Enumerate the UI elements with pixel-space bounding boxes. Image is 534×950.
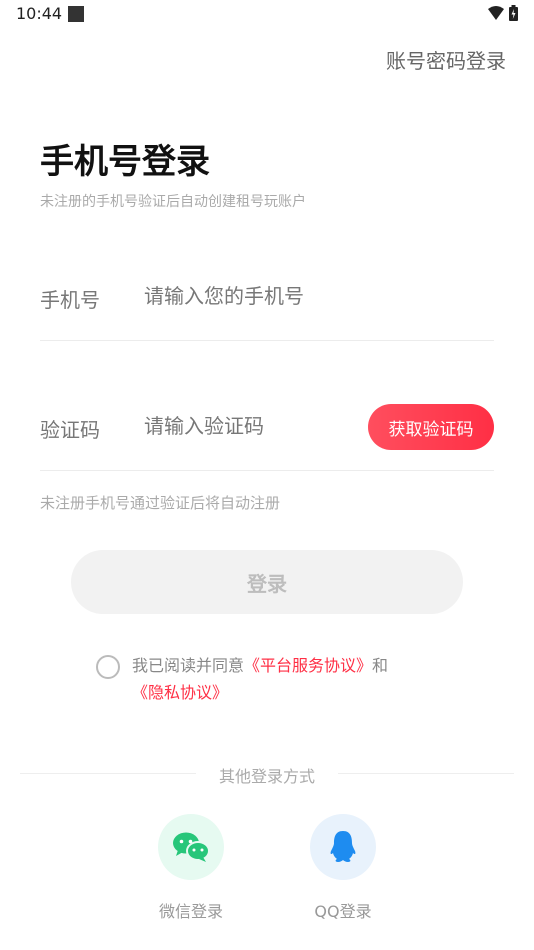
wifi-icon: [488, 6, 504, 20]
other-login-label: 其他登录方式: [218, 767, 315, 786]
agreement-checkbox[interactable]: [96, 655, 120, 679]
wechat-login-button[interactable]: [158, 814, 224, 880]
agreement-prefix: 我已阅读并同意: [132, 656, 245, 675]
login-page: 10:44 账号密码登录 手机号登录 未注册的手机号验证后自动创建租号玩账户 手…: [0, 0, 534, 950]
register-hint: 未注册手机号通过验证后将自动注册: [40, 494, 281, 512]
code-input[interactable]: [144, 408, 364, 444]
status-bar: 10:44: [0, 0, 534, 30]
notification-icon: [68, 6, 84, 22]
agreement-conjunction: 和: [372, 656, 389, 675]
code-label: 验证码: [40, 418, 100, 442]
divider-right: [338, 773, 514, 774]
account-password-login-link[interactable]: 账号密码登录: [386, 45, 506, 74]
wechat-login-label: 微信登录: [158, 902, 223, 921]
phone-row: 手机号: [40, 270, 494, 341]
service-agreement-link[interactable]: 《平台服务协议》: [244, 656, 372, 675]
divider-left: [20, 773, 196, 774]
status-time: 10:44: [16, 4, 63, 23]
phone-label: 手机号: [40, 288, 100, 312]
page-title: 手机号登录: [40, 142, 210, 182]
wechat-icon: [173, 832, 210, 862]
get-code-button[interactable]: 获取验证码: [368, 404, 494, 450]
agreement-text: 我已阅读并同意《平台服务协议》和《隐私协议》: [132, 652, 432, 706]
qq-login-label: QQ登录: [314, 902, 372, 921]
qq-login-button[interactable]: [310, 814, 376, 880]
battery-icon: [509, 5, 518, 21]
phone-input[interactable]: [144, 278, 364, 314]
login-button[interactable]: 登录: [71, 550, 463, 614]
privacy-agreement-link[interactable]: 《隐私协议》: [132, 683, 228, 702]
code-row: 验证码 获取验证码: [40, 400, 494, 471]
page-subtitle: 未注册的手机号验证后自动创建租号玩账户: [40, 194, 306, 210]
qq-icon: [330, 831, 356, 862]
